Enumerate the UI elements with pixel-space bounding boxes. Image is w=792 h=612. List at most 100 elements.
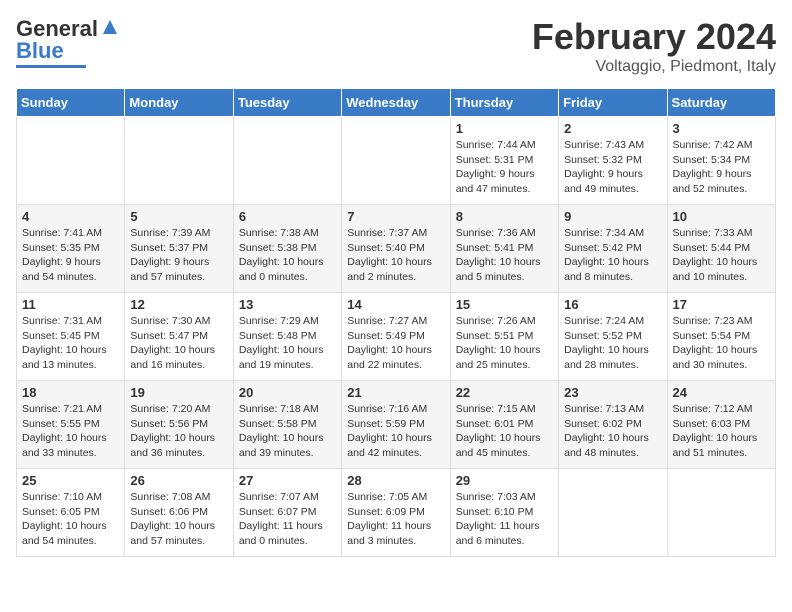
weekday-header-row: SundayMondayTuesdayWednesdayThursdayFrid…: [17, 89, 776, 117]
day-info: Sunrise: 7:27 AM Sunset: 5:49 PM Dayligh…: [347, 314, 444, 373]
calendar-cell: 2Sunrise: 7:43 AM Sunset: 5:32 PM Daylig…: [559, 117, 667, 205]
day-info: Sunrise: 7:26 AM Sunset: 5:51 PM Dayligh…: [456, 314, 553, 373]
weekday-header-thursday: Thursday: [450, 89, 558, 117]
day-info: Sunrise: 7:05 AM Sunset: 6:09 PM Dayligh…: [347, 490, 444, 549]
day-info: Sunrise: 7:30 AM Sunset: 5:47 PM Dayligh…: [130, 314, 227, 373]
title-block: February 2024 Voltaggio, Piedmont, Italy: [532, 16, 776, 76]
day-info: Sunrise: 7:21 AM Sunset: 5:55 PM Dayligh…: [22, 402, 119, 461]
day-info: Sunrise: 7:15 AM Sunset: 6:01 PM Dayligh…: [456, 402, 553, 461]
calendar-cell: 26 Sunrise: 7:08 AM Sunset: 6:06 PM Dayli…: [125, 469, 233, 557]
weekday-header-monday: Monday: [125, 89, 233, 117]
day-info: Sunrise: 7:43 AM Sunset: 5:32 PM Dayligh…: [564, 138, 661, 197]
day-number: 14: [347, 297, 444, 312]
day-number: 28: [347, 473, 444, 488]
weekday-header-saturday: Saturday: [667, 89, 775, 117]
location: Voltaggio, Piedmont, Italy: [532, 58, 776, 76]
calendar-cell: 16Sunrise: 7:24 AM Sunset: 5:52 PM Dayli…: [559, 293, 667, 381]
calendar-cell: 18 Sunrise: 7:21 AM Sunset: 5:55 PM Dayli…: [17, 381, 125, 469]
calendar-cell: [667, 469, 775, 557]
calendar-cell: [559, 469, 667, 557]
day-number: 17: [673, 297, 770, 312]
day-number: 24: [673, 385, 770, 400]
day-info: Sunrise: 7:38 AM Sunset: 5:38 PM Dayligh…: [239, 226, 336, 285]
day-number: 1: [456, 121, 553, 136]
calendar-cell: 17 Sunrise: 7:23 AM Sunset: 5:54 PM Dayli…: [667, 293, 775, 381]
day-info: Sunrise: 7:41 AM Sunset: 5:35 PM Dayligh…: [22, 226, 119, 285]
calendar-cell: 27 Sunrise: 7:07 AM Sunset: 6:07 PM Dayli…: [233, 469, 341, 557]
calendar-table: SundayMondayTuesdayWednesdayThursdayFrid…: [16, 88, 776, 557]
day-number: 19: [130, 385, 227, 400]
day-number: 9: [564, 209, 661, 224]
day-info: Sunrise: 7:20 AM Sunset: 5:56 PM Dayligh…: [130, 402, 227, 461]
week-row-1: 1 Sunrise: 7:44 AM Sunset: 5:31 PM Daylig…: [17, 117, 776, 205]
day-number: 20: [239, 385, 336, 400]
calendar-cell: 8Sunrise: 7:36 AM Sunset: 5:41 PM Daylig…: [450, 205, 558, 293]
day-number: 26: [130, 473, 227, 488]
calendar-cell: 10 Sunrise: 7:33 AM Sunset: 5:44 PM Dayli…: [667, 205, 775, 293]
logo-underline: [16, 65, 86, 68]
day-info: Sunrise: 7:23 AM Sunset: 5:54 PM Dayligh…: [673, 314, 770, 373]
calendar-cell: 3 Sunrise: 7:42 AM Sunset: 5:34 PM Daylig…: [667, 117, 775, 205]
day-info: Sunrise: 7:31 AM Sunset: 5:45 PM Dayligh…: [22, 314, 119, 373]
calendar-cell: 13 Sunrise: 7:29 AM Sunset: 5:48 PM Dayli…: [233, 293, 341, 381]
day-info: Sunrise: 7:10 AM Sunset: 6:05 PM Dayligh…: [22, 490, 119, 549]
day-number: 27: [239, 473, 336, 488]
weekday-header-friday: Friday: [559, 89, 667, 117]
day-info: Sunrise: 7:29 AM Sunset: 5:48 PM Dayligh…: [239, 314, 336, 373]
week-row-5: 25 Sunrise: 7:10 AM Sunset: 6:05 PM Dayli…: [17, 469, 776, 557]
calendar-cell: 14 Sunrise: 7:27 AM Sunset: 5:49 PM Dayli…: [342, 293, 450, 381]
logo-arrow-icon: [101, 18, 119, 36]
day-number: 29: [456, 473, 553, 488]
page-header: General Blue February 2024 Voltaggio, Pi…: [16, 16, 776, 76]
calendar-cell: 28 Sunrise: 7:05 AM Sunset: 6:09 PM Dayli…: [342, 469, 450, 557]
calendar-cell: 29Sunrise: 7:03 AM Sunset: 6:10 PM Dayli…: [450, 469, 558, 557]
calendar-cell: 20 Sunrise: 7:18 AM Sunset: 5:58 PM Dayli…: [233, 381, 341, 469]
day-info: Sunrise: 7:07 AM Sunset: 6:07 PM Dayligh…: [239, 490, 336, 549]
day-number: 11: [22, 297, 119, 312]
day-number: 23: [564, 385, 661, 400]
calendar-cell: 22 Sunrise: 7:15 AM Sunset: 6:01 PM Dayli…: [450, 381, 558, 469]
day-info: Sunrise: 7:42 AM Sunset: 5:34 PM Dayligh…: [673, 138, 770, 197]
calendar-cell: 7Sunrise: 7:37 AM Sunset: 5:40 PM Daylig…: [342, 205, 450, 293]
calendar-cell: 6 Sunrise: 7:38 AM Sunset: 5:38 PM Daylig…: [233, 205, 341, 293]
day-info: Sunrise: 7:44 AM Sunset: 5:31 PM Dayligh…: [456, 138, 553, 197]
logo-blue: Blue: [16, 38, 64, 64]
calendar-cell: [233, 117, 341, 205]
day-number: 13: [239, 297, 336, 312]
logo: General Blue: [16, 16, 119, 68]
day-number: 25: [22, 473, 119, 488]
calendar-cell: [125, 117, 233, 205]
calendar-cell: 12 Sunrise: 7:30 AM Sunset: 5:47 PM Dayli…: [125, 293, 233, 381]
calendar-cell: [342, 117, 450, 205]
calendar-cell: 1 Sunrise: 7:44 AM Sunset: 5:31 PM Daylig…: [450, 117, 558, 205]
calendar-cell: 24 Sunrise: 7:12 AM Sunset: 6:03 PM Dayli…: [667, 381, 775, 469]
day-number: 6: [239, 209, 336, 224]
weekday-header-sunday: Sunday: [17, 89, 125, 117]
calendar-cell: 11 Sunrise: 7:31 AM Sunset: 5:45 PM Dayli…: [17, 293, 125, 381]
day-number: 3: [673, 121, 770, 136]
month-title: February 2024: [532, 16, 776, 58]
calendar-cell: 15 Sunrise: 7:26 AM Sunset: 5:51 PM Dayli…: [450, 293, 558, 381]
calendar-cell: 9Sunrise: 7:34 AM Sunset: 5:42 PM Daylig…: [559, 205, 667, 293]
weekday-header-wednesday: Wednesday: [342, 89, 450, 117]
day-info: Sunrise: 7:24 AM Sunset: 5:52 PM Dayligh…: [564, 314, 661, 373]
calendar-cell: 23 Sunrise: 7:13 AM Sunset: 6:02 PM Dayli…: [559, 381, 667, 469]
day-number: 12: [130, 297, 227, 312]
day-info: Sunrise: 7:13 AM Sunset: 6:02 PM Dayligh…: [564, 402, 661, 461]
day-info: Sunrise: 7:08 AM Sunset: 6:06 PM Dayligh…: [130, 490, 227, 549]
week-row-2: 4Sunrise: 7:41 AM Sunset: 5:35 PM Daylig…: [17, 205, 776, 293]
day-number: 10: [673, 209, 770, 224]
day-info: Sunrise: 7:12 AM Sunset: 6:03 PM Dayligh…: [673, 402, 770, 461]
day-info: Sunrise: 7:18 AM Sunset: 5:58 PM Dayligh…: [239, 402, 336, 461]
calendar-cell: 25 Sunrise: 7:10 AM Sunset: 6:05 PM Dayli…: [17, 469, 125, 557]
day-number: 5: [130, 209, 227, 224]
day-number: 22: [456, 385, 553, 400]
weekday-header-tuesday: Tuesday: [233, 89, 341, 117]
calendar-cell: 21Sunrise: 7:16 AM Sunset: 5:59 PM Dayli…: [342, 381, 450, 469]
day-number: 21: [347, 385, 444, 400]
day-info: Sunrise: 7:33 AM Sunset: 5:44 PM Dayligh…: [673, 226, 770, 285]
calendar-cell: 4Sunrise: 7:41 AM Sunset: 5:35 PM Daylig…: [17, 205, 125, 293]
week-row-3: 11 Sunrise: 7:31 AM Sunset: 5:45 PM Dayli…: [17, 293, 776, 381]
day-number: 18: [22, 385, 119, 400]
day-number: 15: [456, 297, 553, 312]
